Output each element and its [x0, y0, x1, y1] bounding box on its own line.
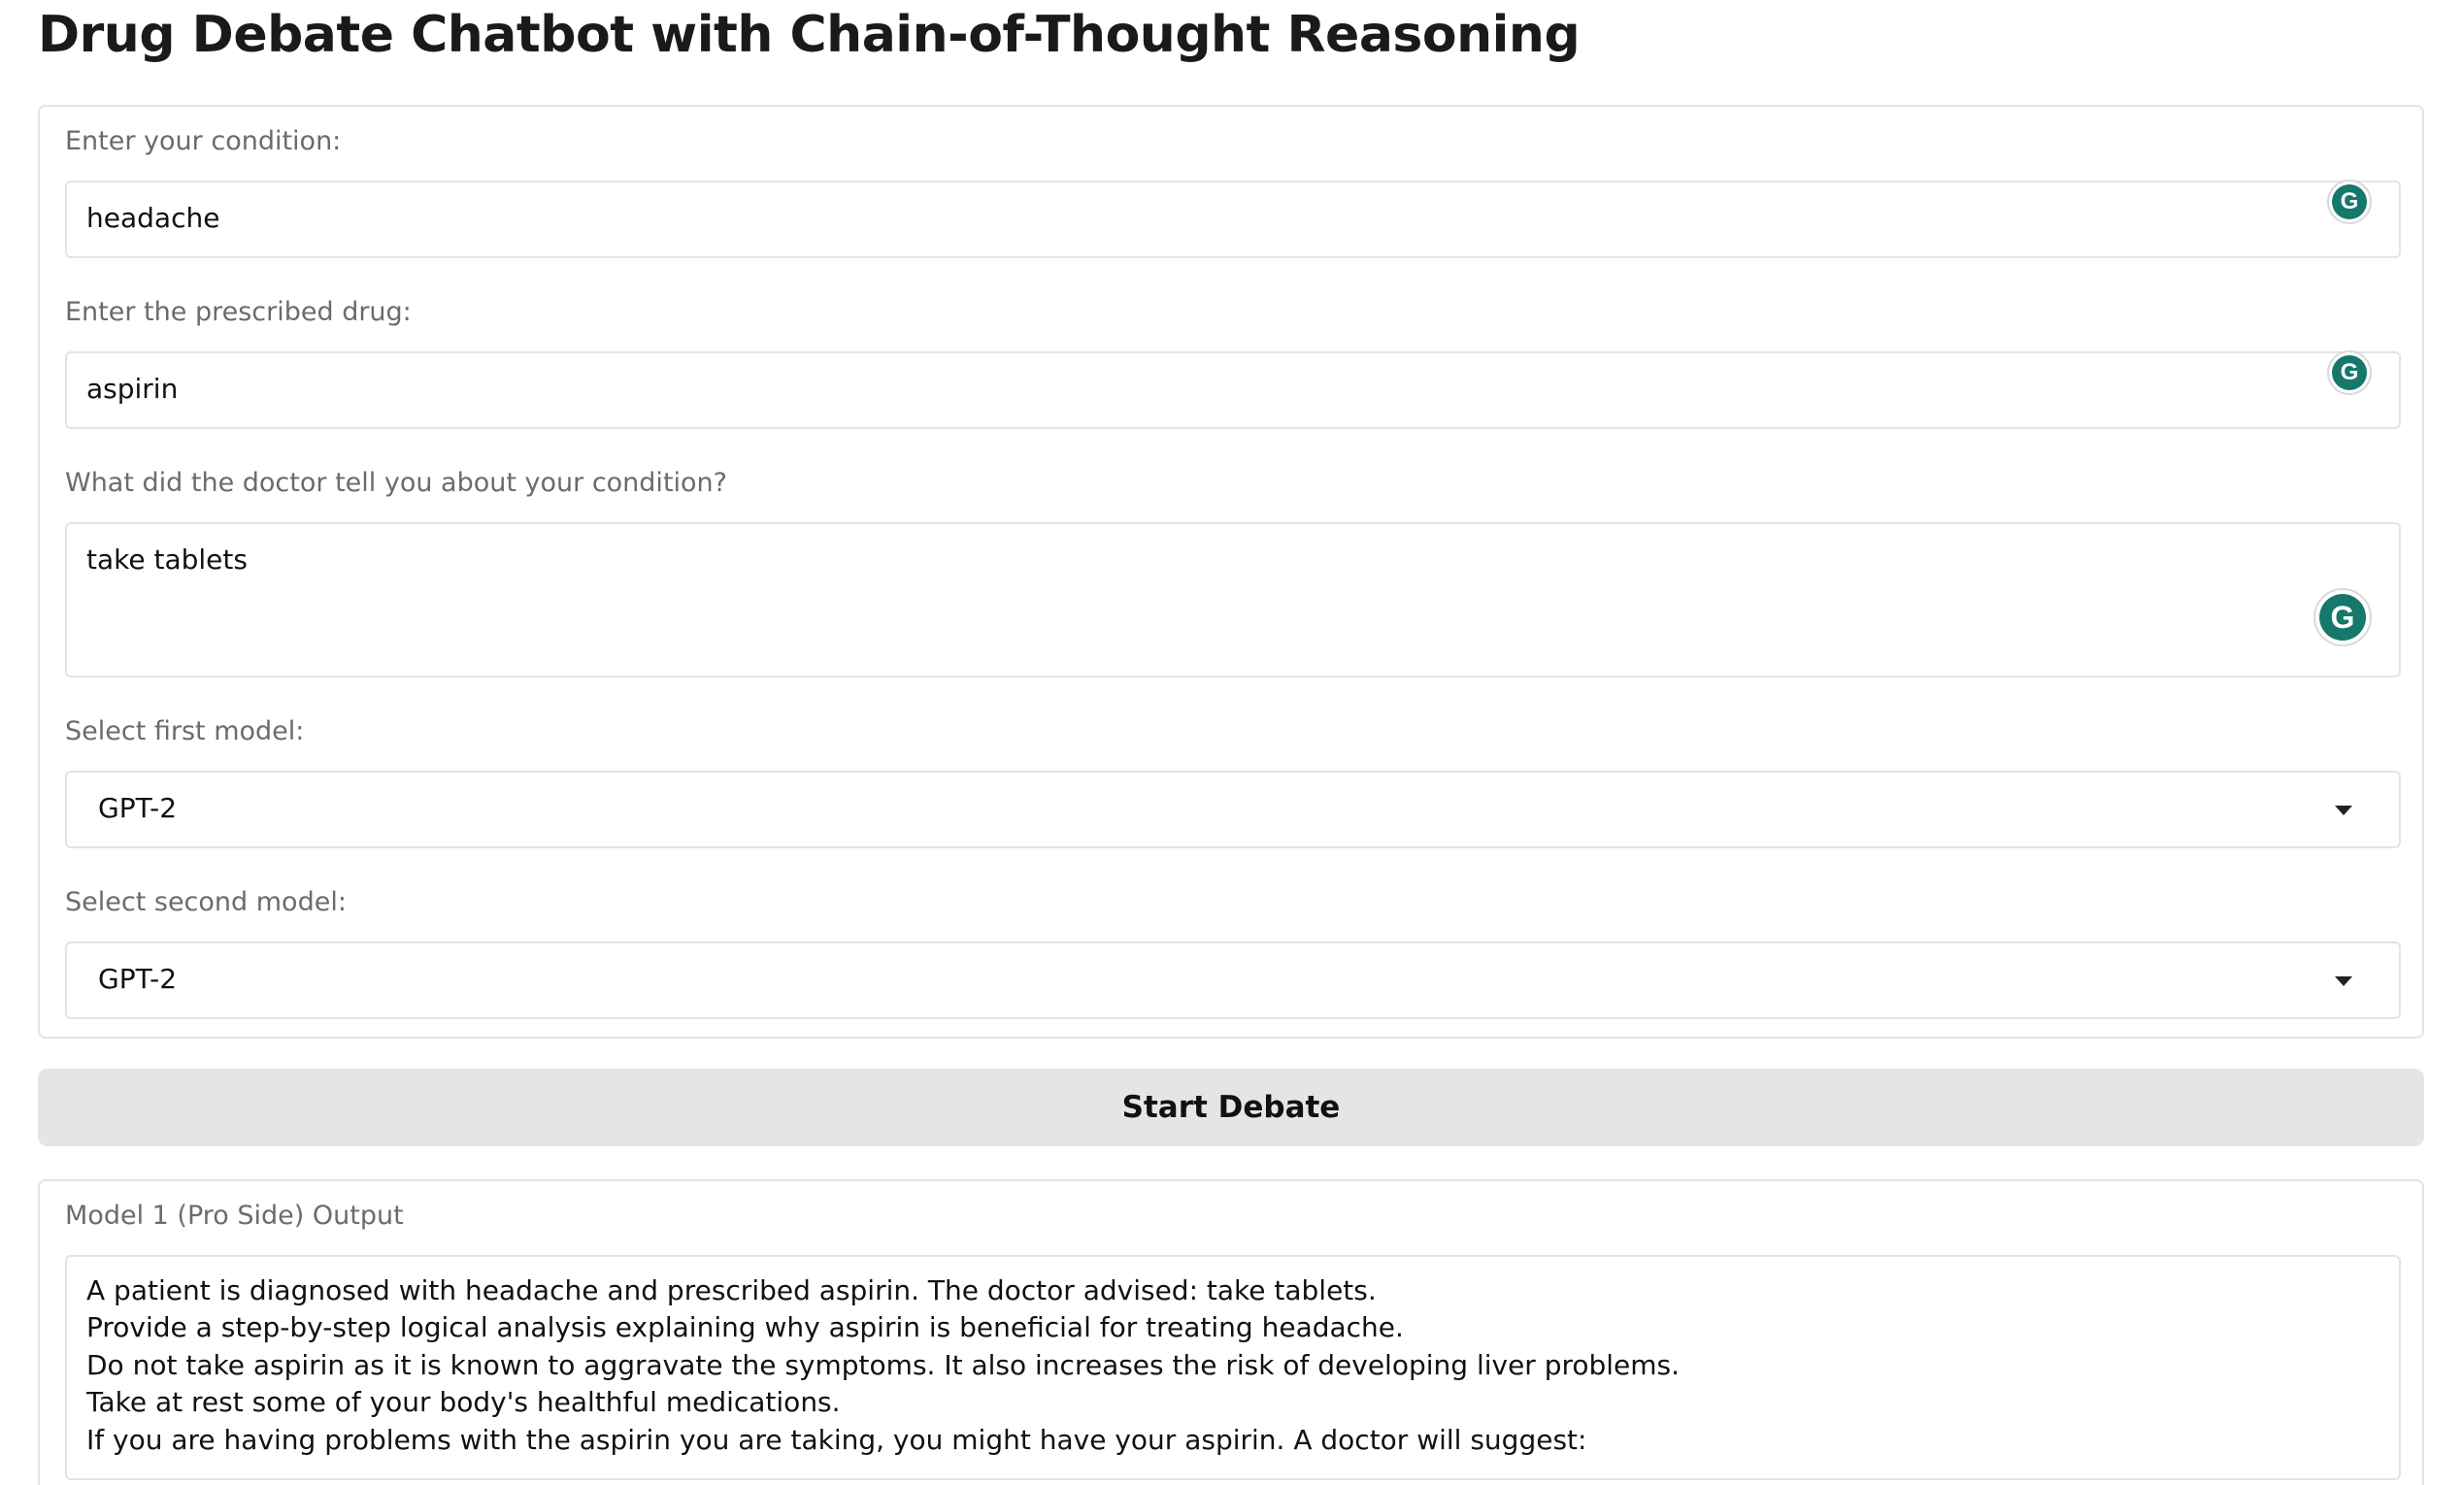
doctor-notes-label: What did the doctor tell you about your … [65, 468, 727, 498]
model-1-output-panel: Model 1 (Pro Side) Output A patient is d… [38, 1179, 2424, 1485]
output-line: Provide a step-by-step logical analysis … [86, 1311, 1404, 1344]
drug-input-value: aspirin [86, 373, 179, 405]
condition-input-value: headache [86, 202, 220, 234]
output-text-block: A patient is diagnosed with headache and… [86, 1272, 1680, 1459]
second-model-selected-value: GPT-2 [98, 963, 178, 995]
start-debate-button[interactable]: Start Debate [38, 1069, 2424, 1146]
page: Drug Debate Chatbot with Chain-of-Though… [0, 0, 2464, 1485]
input-form-panel: Enter your condition: headache G Enter t… [38, 105, 2424, 1039]
second-model-label: Select second model: [65, 887, 347, 917]
output-line: If you are having problems with the aspi… [86, 1423, 1587, 1456]
output-line: Take at rest some of your body's healthf… [86, 1386, 841, 1419]
output-line: A patient is diagnosed with headache and… [86, 1274, 1377, 1306]
grammarly-logo: G [2332, 184, 2367, 219]
doctor-notes-textarea[interactable]: take tablets G [65, 522, 2401, 677]
grammarly-icon[interactable]: G [2314, 588, 2372, 646]
model-1-output-label: Model 1 (Pro Side) Output [65, 1201, 404, 1231]
drug-label: Enter the prescribed drug: [65, 297, 412, 327]
chevron-down-icon [2335, 806, 2352, 815]
grammarly-logo: G [2319, 594, 2366, 641]
condition-label: Enter your condition: [65, 126, 342, 156]
drug-input[interactable]: aspirin G [65, 350, 2401, 429]
model-1-output-textbox[interactable]: A patient is diagnosed with headache and… [65, 1255, 2401, 1480]
first-model-selected-value: GPT-2 [98, 792, 178, 824]
grammarly-logo: G [2332, 355, 2367, 390]
page-title: Drug Debate Chatbot with Chain-of-Though… [38, 6, 1581, 64]
doctor-notes-value: take tablets [86, 544, 248, 576]
first-model-label: Select first model: [65, 716, 305, 746]
output-line: Do not take aspirin as it is known to ag… [86, 1348, 1681, 1381]
grammarly-icon[interactable]: G [2327, 180, 2372, 224]
chevron-down-icon [2335, 976, 2352, 986]
grammarly-icon[interactable]: G [2327, 350, 2372, 395]
condition-input[interactable]: headache G [65, 180, 2401, 258]
second-model-dropdown[interactable]: GPT-2 [65, 941, 2401, 1019]
first-model-dropdown[interactable]: GPT-2 [65, 771, 2401, 848]
